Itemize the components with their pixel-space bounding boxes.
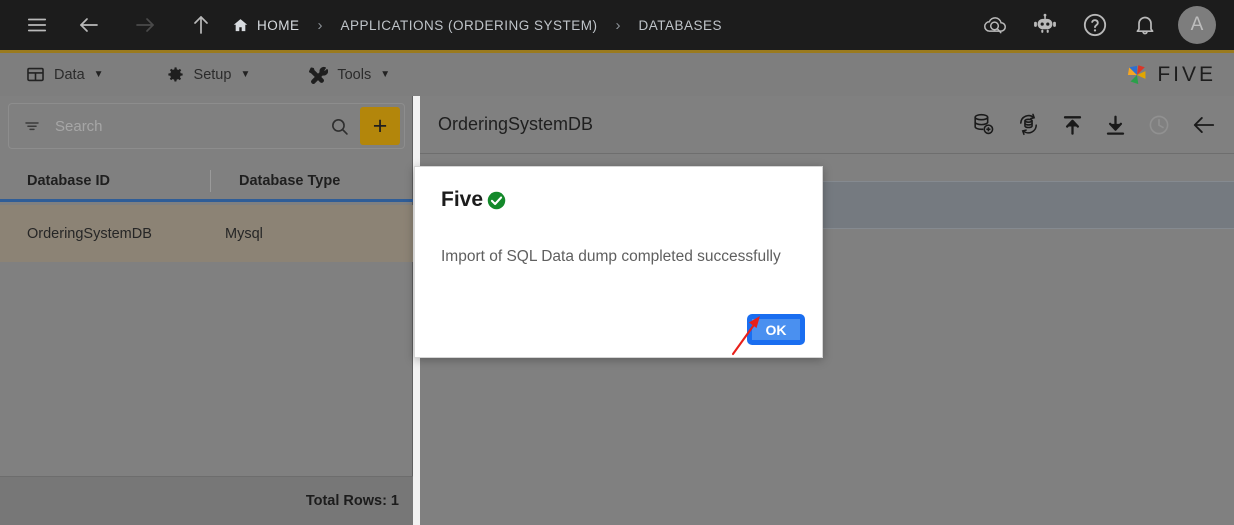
success-dialog: Five Import of SQL Data dump completed s… (414, 166, 823, 358)
dialog-title-row: Five (441, 188, 507, 212)
dialog-title: Five (441, 188, 484, 211)
ok-button-label: OK (765, 321, 787, 338)
app-window: HOME › APPLICATIONS (ORDERING SYSTEM) › … (0, 0, 1234, 525)
dialog-message: Import of SQL Data dump completed succes… (441, 248, 781, 265)
success-check-circle-icon (486, 190, 507, 211)
ok-button[interactable]: OK (747, 314, 805, 345)
